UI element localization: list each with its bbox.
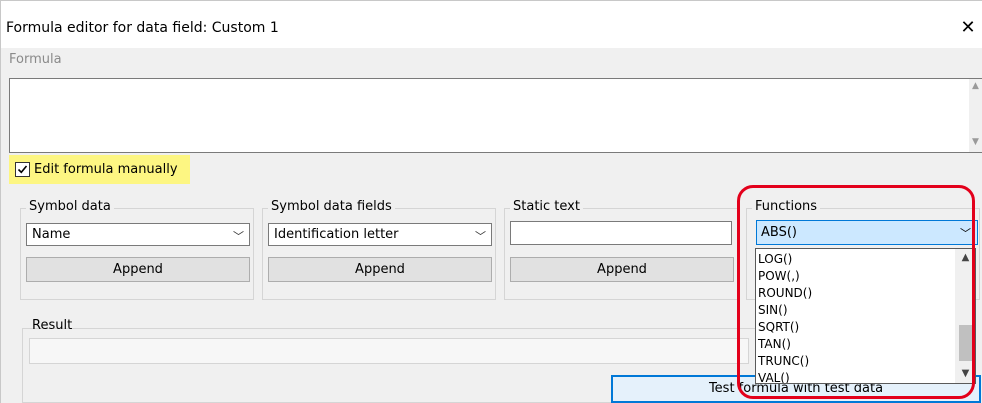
result-field	[29, 338, 749, 364]
formula-textarea[interactable]	[9, 78, 982, 153]
dropdown-scrollbar[interactable]: ▲ ▼	[955, 249, 975, 383]
list-item[interactable]: TAN()	[758, 336, 791, 353]
symbol-data-fields-append-button[interactable]: Append	[268, 257, 492, 282]
chevron-down-icon: ﹀	[233, 230, 244, 243]
list-item[interactable]: ROUND()	[758, 285, 812, 302]
edit-manually-checkbox[interactable]	[15, 162, 30, 177]
scroll-up-icon[interactable]: ▲	[955, 252, 975, 263]
symbol-data-group	[20, 208, 254, 300]
symbol-data-label: Symbol data	[26, 199, 114, 214]
symbol-data-fields-value: Identification letter	[274, 227, 399, 242]
static-text-input[interactable]	[510, 221, 732, 245]
edit-manually-label[interactable]: Edit formula manually	[34, 162, 178, 177]
list-item[interactable]: LOG()	[758, 251, 792, 268]
chevron-down-icon: ﹀	[475, 230, 486, 243]
symbol-data-select[interactable]: Name ﹀	[26, 223, 250, 246]
scroll-down-icon[interactable]: ▼	[969, 137, 982, 147]
list-item[interactable]: SQRT()	[758, 319, 799, 336]
static-text-label: Static text	[510, 199, 583, 214]
close-icon[interactable]: ✕	[956, 16, 980, 40]
list-item[interactable]: VAL()	[758, 370, 790, 383]
list-item[interactable]: POW(,)	[758, 268, 800, 285]
symbol-data-fields-select[interactable]: Identification letter ﹀	[268, 223, 492, 246]
formula-scrollbar[interactable]: ▲ ▼	[969, 79, 982, 152]
functions-select[interactable]: ABS() ﹀	[756, 220, 978, 245]
functions-label: Functions	[752, 199, 821, 214]
window-title: Formula editor for data field: Custom 1	[6, 20, 279, 36]
scrollbar-thumb[interactable]	[959, 325, 972, 361]
checkmark-icon	[17, 165, 28, 174]
result-label: Result	[32, 318, 73, 333]
list-item[interactable]: SIN()	[758, 302, 788, 319]
scroll-up-icon[interactable]: ▲	[969, 81, 982, 91]
top-border	[0, 0, 982, 1]
symbol-data-value: Name	[32, 227, 71, 242]
symbol-data-fields-label: Symbol data fields	[268, 199, 395, 214]
left-border	[0, 0, 1, 403]
functions-value: ABS()	[761, 225, 797, 240]
formula-group-label: Formula	[9, 52, 62, 67]
list-item[interactable]: TRUNC()	[758, 353, 809, 370]
symbol-data-fields-group	[262, 208, 496, 300]
scroll-down-icon[interactable]: ▼	[955, 368, 975, 379]
static-text-append-button[interactable]: Append	[510, 257, 734, 282]
chevron-down-icon: ﹀	[960, 227, 971, 240]
functions-dropdown-list[interactable]: LOG() POW(,) ROUND() SIN() SQRT() TAN() …	[755, 248, 976, 384]
symbol-data-append-button[interactable]: Append	[26, 257, 250, 282]
